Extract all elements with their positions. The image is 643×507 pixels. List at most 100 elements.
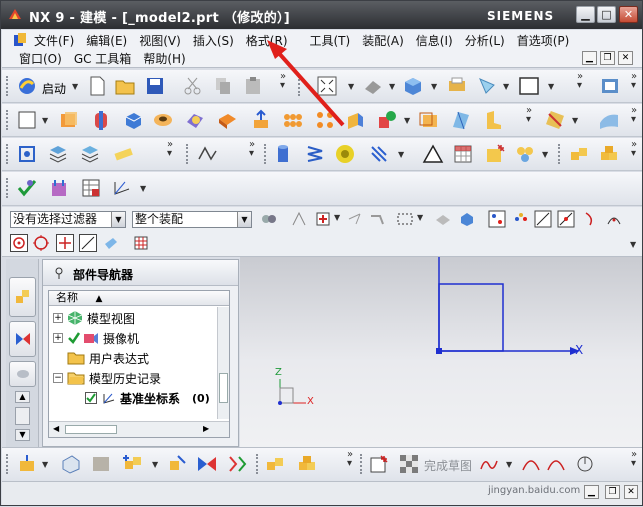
menu-file[interactable]: 文件(F) [34,32,74,49]
menu-insert[interactable]: 插入(S) [193,32,234,49]
chevron-down-icon[interactable]: ▼ [111,212,125,227]
curve-rule-icon[interactable] [346,210,364,228]
menu-gc-toolbox[interactable]: GC 工具箱 [74,50,132,67]
selection-bar-overflow-icon[interactable]: ▼ [630,240,636,249]
start-dropdown-icon[interactable]: ▼ [72,82,78,91]
boolean-icon[interactable] [184,109,206,131]
status-minimize-button[interactable]: ▁ [584,485,599,499]
layer-icon[interactable] [446,75,468,97]
save-icon[interactable] [144,75,166,97]
layer-settings-icon[interactable] [47,143,69,165]
close-button[interactable]: ✕ [619,6,638,23]
intersection-snap-icon[interactable] [557,210,575,228]
weld-icon[interactable] [368,143,390,165]
menu-info[interactable]: 信息(I) [416,32,453,49]
shell-icon[interactable] [216,109,238,131]
toolbar-overflow-icon[interactable]: » ▾ [280,72,286,91]
menu-assembly[interactable]: 装配(A) [362,32,404,49]
part-navigator-tree[interactable]: 名称 ▲ + 模型视图 + 摄像机 用户表达式 − 模型历史记录 基准坐标系 (… [48,290,230,438]
mdi-close-button[interactable]: ✕ [618,51,633,65]
snap-endpoint-icon[interactable] [488,210,506,228]
layer-move-icon[interactable] [79,143,101,165]
menu-analysis[interactable]: 分析(L) [465,32,505,49]
chevron-down-icon[interactable]: ▼ [237,212,251,227]
tree-node-model-views[interactable]: + 模型视图 [53,308,135,328]
revolve-icon[interactable] [90,109,112,131]
fit-view-icon[interactable] [316,75,338,97]
gear-icon[interactable] [334,143,356,165]
report-icon[interactable] [80,177,102,199]
wcs-dropdown-icon[interactable]: ▼ [503,82,509,91]
app-menu-icon[interactable] [12,32,28,48]
face-rule-icon[interactable] [368,210,386,228]
toolbar-grip[interactable] [256,454,259,474]
expand-icon[interactable]: + [53,313,63,323]
sketch-task-icon[interactable] [16,453,38,475]
sketch-task-dropdown-icon[interactable]: ▼ [42,460,48,469]
orient-view-dropdown-icon[interactable]: ▼ [431,82,437,91]
new-file-icon[interactable] [86,75,108,97]
toolbar-overflow-icon[interactable]: » ▾ [167,140,173,159]
pin-icon[interactable] [52,266,66,280]
graphics-viewport[interactable]: X X Z [240,257,642,447]
copy-icon[interactable] [212,75,234,97]
assembly-icon[interactable] [568,143,590,165]
check-geometry-icon[interactable] [16,177,38,199]
add-component-icon[interactable] [122,453,144,475]
toolbar-overflow-icon[interactable]: » ▾ [631,72,637,91]
pattern-icon[interactable] [250,109,272,131]
explode-icon[interactable] [226,453,248,475]
sketch-in-task-icon[interactable] [368,453,390,475]
assembly-navigator-tab[interactable] [9,277,36,317]
coordinate-tool-icon[interactable] [110,177,132,199]
snap-midpoint-icon[interactable] [512,210,530,228]
circle-icon[interactable] [545,453,567,475]
collapse-icon[interactable]: − [53,373,63,383]
examine-icon[interactable] [48,177,70,199]
sort-ascending-icon[interactable]: ▲ [96,294,103,304]
filter-table-icon[interactable] [132,234,150,252]
point-select-icon[interactable] [314,210,332,228]
arc-center-snap-icon[interactable] [605,210,623,228]
synchronous-dropdown-icon[interactable]: ▼ [572,116,578,125]
toolbar-overflow-icon[interactable]: » ▾ [631,106,637,125]
cut-icon[interactable] [182,75,204,97]
mirror-feature-icon[interactable] [314,109,336,131]
resource-bar-icon[interactable] [599,75,621,97]
hole-icon[interactable] [152,109,174,131]
quick-pick-icon[interactable] [434,210,452,228]
toolbar-overflow-icon[interactable]: » ▾ [577,72,583,91]
wcs-icon[interactable] [476,75,498,97]
edit-feature-icon[interactable] [16,143,38,165]
toolbar-grip[interactable] [264,144,267,164]
profile-dropdown-icon[interactable]: ▼ [506,460,512,469]
snap-point-icon[interactable] [290,210,308,228]
status-close-button[interactable]: ✕ [624,485,638,499]
tree-hscroll-thumb[interactable] [65,425,117,434]
array-icon[interactable] [282,109,304,131]
tree-scroll-thumb[interactable] [219,373,228,403]
offset-face-icon[interactable] [418,109,440,131]
sheet-body-icon[interactable] [482,109,504,131]
expand-icon[interactable]: + [53,333,63,343]
tangent-snap-icon[interactable] [582,210,600,228]
add-component-dropdown-icon[interactable]: ▼ [152,460,158,469]
move-component-icon[interactable] [166,453,188,475]
synchronous-modeling-icon[interactable] [544,109,566,131]
part-navigator-tab[interactable] [9,361,36,387]
selection-filter-combo[interactable]: 没有选择过滤器 ▼ [10,211,126,228]
toolbar-grip[interactable] [360,454,363,474]
rectangle-select-dropdown-icon[interactable]: ▼ [417,213,423,222]
menu-preferences[interactable]: 首选项(P) [517,32,570,49]
toolbar-grip[interactable] [6,110,9,130]
wave-link-icon[interactable] [264,453,286,475]
resource-bar-scroll-thumb[interactable] [15,407,30,425]
point-on-curve-snap-icon[interactable] [79,234,97,252]
sketch-dropdown-icon[interactable]: ▼ [42,116,48,125]
toolbar-overflow-icon[interactable]: » ▾ [249,140,255,159]
menu-window[interactable]: 窗口(O) [19,50,62,67]
menu-view[interactable]: 视图(V) [139,32,181,49]
thicken-icon[interactable] [450,109,472,131]
triangle-icon[interactable] [422,143,444,165]
start-icon[interactable] [16,75,38,97]
